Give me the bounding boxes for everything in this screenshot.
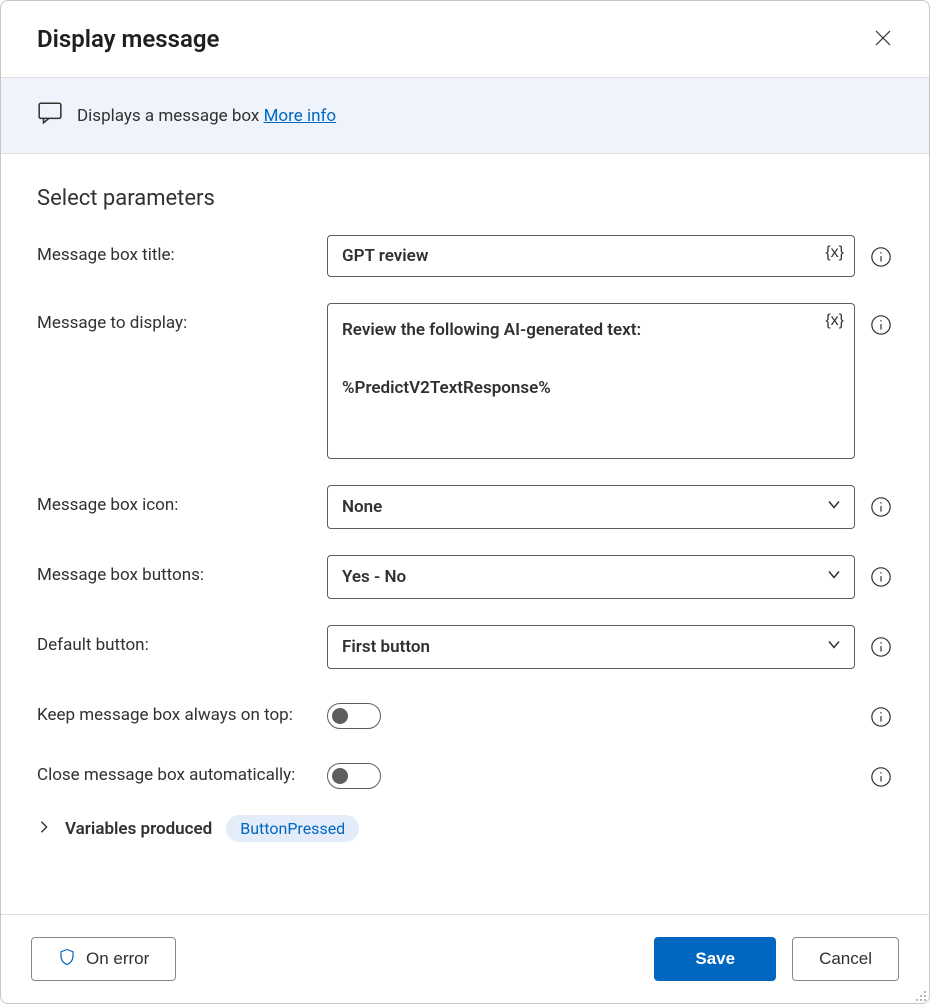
dialog-body: Select parameters Message box title: {x}…	[1, 154, 929, 914]
more-info-link[interactable]: More info	[264, 106, 337, 126]
banner-text-label: Displays a message box	[77, 106, 264, 126]
label-message-box-buttons: Message box buttons:	[37, 555, 327, 585]
chevron-right-icon	[37, 819, 51, 839]
message-to-display-input[interactable]	[328, 304, 854, 454]
info-button-message[interactable]	[869, 313, 893, 337]
info-button-autoclose[interactable]	[869, 765, 893, 789]
label-message-to-display: Message to display:	[37, 303, 327, 333]
dialog-title: Display message	[37, 25, 219, 53]
info-button-ontop[interactable]	[869, 705, 893, 729]
row-keep-on-top: Keep message box always on top:	[37, 695, 893, 729]
info-button-title[interactable]	[869, 245, 893, 269]
row-message-box-icon: Message box icon: None	[37, 485, 893, 529]
message-box-icon	[37, 100, 63, 131]
on-error-button[interactable]: On error	[31, 937, 176, 981]
label-message-box-icon: Message box icon:	[37, 485, 327, 515]
message-box-title-input[interactable]	[328, 236, 854, 276]
insert-variable-button[interactable]: {x}	[825, 312, 844, 330]
variable-pill-buttonpressed[interactable]: ButtonPressed	[226, 815, 359, 842]
label-default-button: Default button:	[37, 625, 327, 655]
row-message-box-buttons: Message box buttons: Yes - No	[37, 555, 893, 599]
label-message-box-title: Message box title:	[37, 235, 327, 265]
info-button-icon[interactable]	[869, 495, 893, 519]
chevron-down-icon	[826, 567, 842, 588]
dialog-footer: On error Save Cancel	[1, 914, 929, 1003]
keep-on-top-toggle[interactable]	[327, 703, 381, 729]
row-default-button: Default button: First button	[37, 625, 893, 669]
dialog-header: Display message	[1, 1, 929, 77]
insert-variable-button[interactable]: {x}	[825, 244, 844, 262]
input-wrap-title: {x}	[327, 235, 855, 277]
banner-text: Displays a message box More info	[77, 106, 336, 126]
chevron-down-icon	[826, 497, 842, 518]
variables-produced-row[interactable]: Variables produced ButtonPressed	[37, 815, 893, 842]
variables-produced-label: Variables produced	[65, 819, 212, 839]
message-box-buttons-select[interactable]: Yes - No	[327, 555, 855, 599]
chevron-down-icon	[826, 637, 842, 658]
save-button[interactable]: Save	[654, 937, 776, 981]
label-auto-close: Close message box automatically:	[37, 755, 327, 785]
message-box-icon-select[interactable]: None	[327, 485, 855, 529]
auto-close-toggle[interactable]	[327, 763, 381, 789]
info-button-default[interactable]	[869, 635, 893, 659]
description-banner: Displays a message box More info	[1, 77, 929, 154]
row-auto-close: Close message box automatically:	[37, 755, 893, 789]
select-value: First button	[342, 637, 430, 657]
on-error-label: On error	[86, 949, 149, 969]
toggle-knob	[332, 768, 348, 784]
cancel-label: Cancel	[819, 949, 872, 969]
select-value: Yes - No	[342, 567, 406, 587]
close-icon	[875, 30, 891, 49]
select-value: None	[342, 497, 382, 517]
row-message-to-display: Message to display: {x}	[37, 303, 893, 459]
row-message-box-title: Message box title: {x}	[37, 235, 893, 277]
display-message-dialog: Display message Displays a message box M…	[0, 0, 930, 1004]
toggle-knob	[332, 708, 348, 724]
close-button[interactable]	[865, 21, 901, 57]
input-wrap-message: {x}	[327, 303, 855, 459]
default-button-select[interactable]: First button	[327, 625, 855, 669]
info-button-buttons[interactable]	[869, 565, 893, 589]
save-label: Save	[695, 949, 735, 969]
cancel-button[interactable]: Cancel	[792, 937, 899, 981]
section-title: Select parameters	[37, 186, 893, 211]
shield-icon	[58, 948, 76, 971]
label-keep-on-top: Keep message box always on top:	[37, 695, 327, 725]
